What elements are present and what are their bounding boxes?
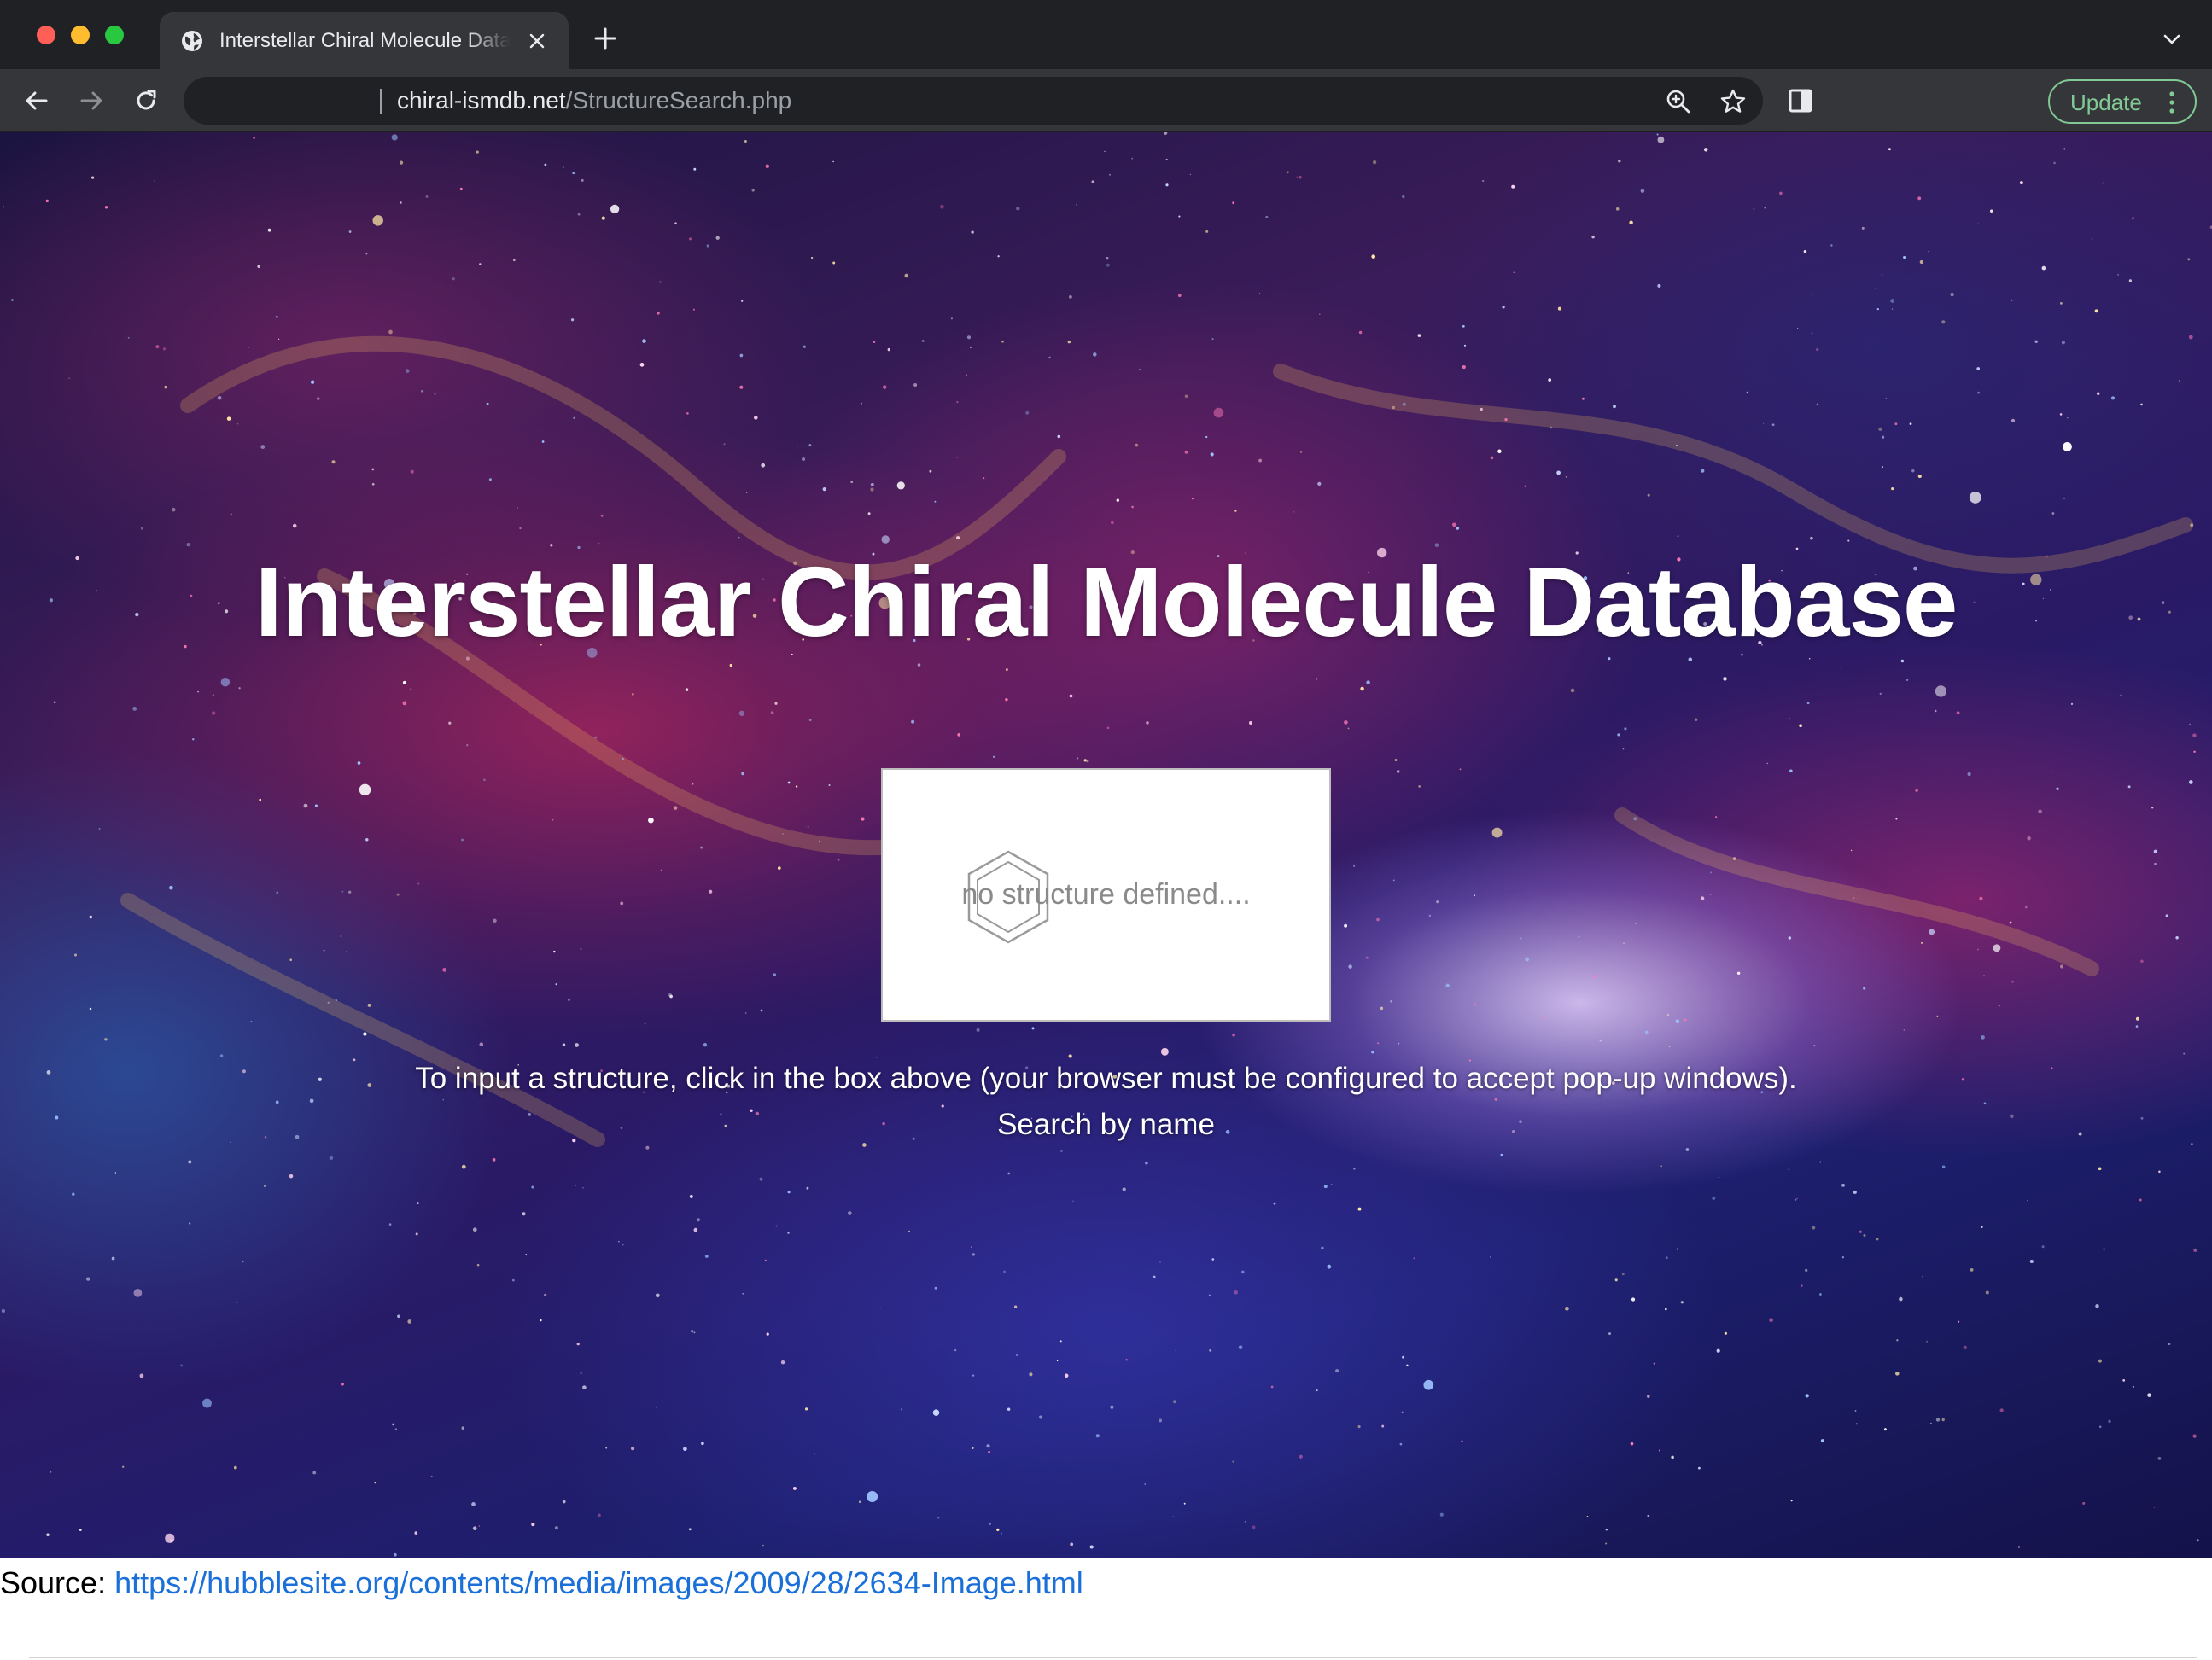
tab-title: Interstellar Chiral Molecule Database — [219, 29, 510, 52]
galaxy-hero: Interstellar Chiral Molecule Database no… — [0, 132, 2212, 1558]
arrow-left-icon[interactable] — [22, 86, 51, 115]
structure-input-box[interactable]: no structure defined.... — [881, 768, 1331, 1022]
structure-placeholder: no structure defined.... — [961, 878, 1251, 911]
url-path: /StructureSearch.php — [565, 87, 792, 114]
globe-icon — [182, 31, 202, 51]
side-panel-icon[interactable] — [1786, 86, 1815, 115]
plus-icon[interactable] — [592, 26, 618, 51]
star-icon[interactable] — [1719, 87, 1748, 116]
arrow-right-icon[interactable] — [77, 86, 106, 115]
update-label: Update — [2070, 90, 2142, 115]
address-bar[interactable]: chiral-ismdb.net/StructureSearch.php — [184, 77, 1763, 125]
vertical-dots-icon[interactable] — [2166, 90, 2178, 115]
footer-divider — [29, 1657, 2197, 1658]
update-button[interactable]: Update — [2048, 79, 2197, 124]
window-zoom-button[interactable] — [105, 26, 124, 44]
search-by-name-link[interactable]: Search by name — [965, 1105, 1247, 1145]
reload-icon[interactable] — [131, 86, 161, 115]
address-divider — [380, 89, 382, 114]
close-icon[interactable] — [527, 31, 547, 51]
source-label: Source: — [0, 1565, 107, 1600]
chevron-down-icon[interactable] — [2160, 31, 2184, 48]
window-close-button[interactable] — [37, 26, 55, 44]
url-host: chiral-ismdb.net — [397, 87, 566, 114]
structure-instruction: To input a structure, click in the box a… — [415, 1062, 1797, 1095]
browser-tabstrip: Interstellar Chiral Molecule Database — [0, 0, 2212, 69]
source-link[interactable]: https://hubblesite.org/contents/media/im… — [114, 1565, 1083, 1600]
url-text[interactable]: chiral-ismdb.net/StructureSearch.php — [397, 85, 791, 116]
zoom-icon[interactable] — [1665, 88, 1692, 115]
active-tab[interactable]: Interstellar Chiral Molecule Database — [160, 12, 569, 69]
page-title: Interstellar Chiral Molecule Database — [254, 546, 1958, 657]
image-source-credit: Source: https://hubblesite.org/contents/… — [0, 1563, 1083, 1604]
browser-toolbar: chiral-ismdb.net/StructureSearch.php Upd… — [0, 69, 2212, 132]
window-minimize-button[interactable] — [71, 26, 90, 44]
